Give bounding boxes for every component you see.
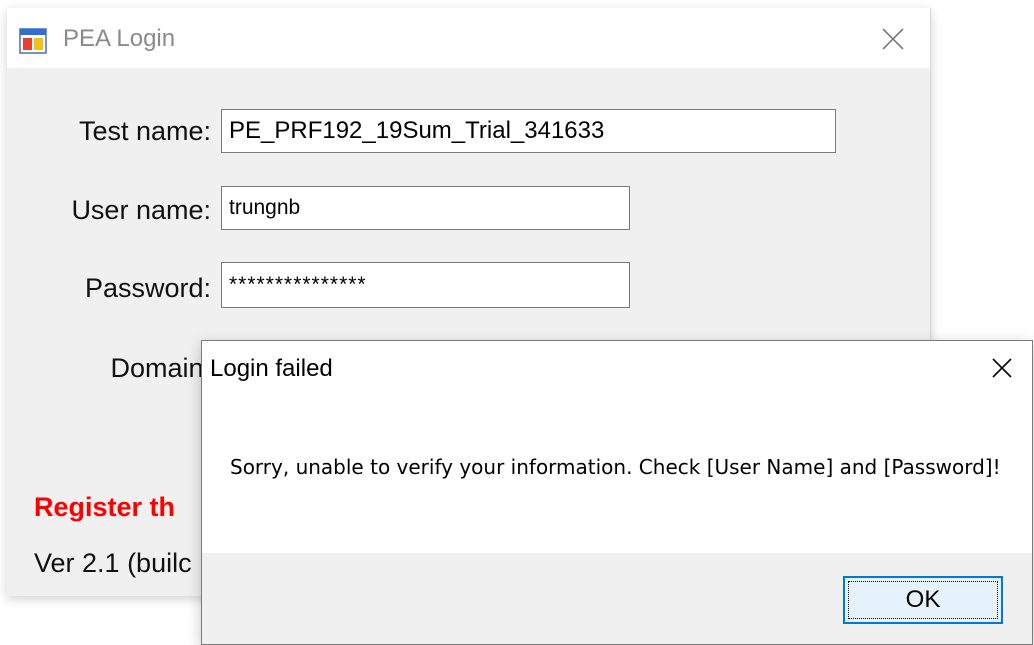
test-name-label: Test name: [78,116,211,146]
close-icon[interactable] [876,22,910,56]
ok-button[interactable]: OK [843,576,1003,624]
dialog-title: Login failed [210,355,333,382]
version-text: Ver 2.1 (builc [34,548,192,578]
close-icon[interactable] [985,351,1019,385]
domain-label: Domain: [110,353,211,383]
user-name-input[interactable] [221,186,630,230]
ok-button-label: OK [905,586,941,613]
register-link[interactable]: Register th [34,492,175,523]
test-name-input[interactable] [221,109,836,153]
app-window-icon [19,28,47,54]
title-bar[interactable]: PEA Login [7,8,930,68]
window-title: PEA Login [63,25,176,52]
error-message: Sorry, unable to verify your information… [230,455,1001,479]
password-input[interactable] [221,262,630,308]
login-failed-dialog: Login failed Sorry, unable to verify you… [201,340,1033,645]
dialog-footer: OK [202,553,1032,644]
user-name-label: User name: [71,195,211,225]
password-label: Password: [84,273,211,303]
